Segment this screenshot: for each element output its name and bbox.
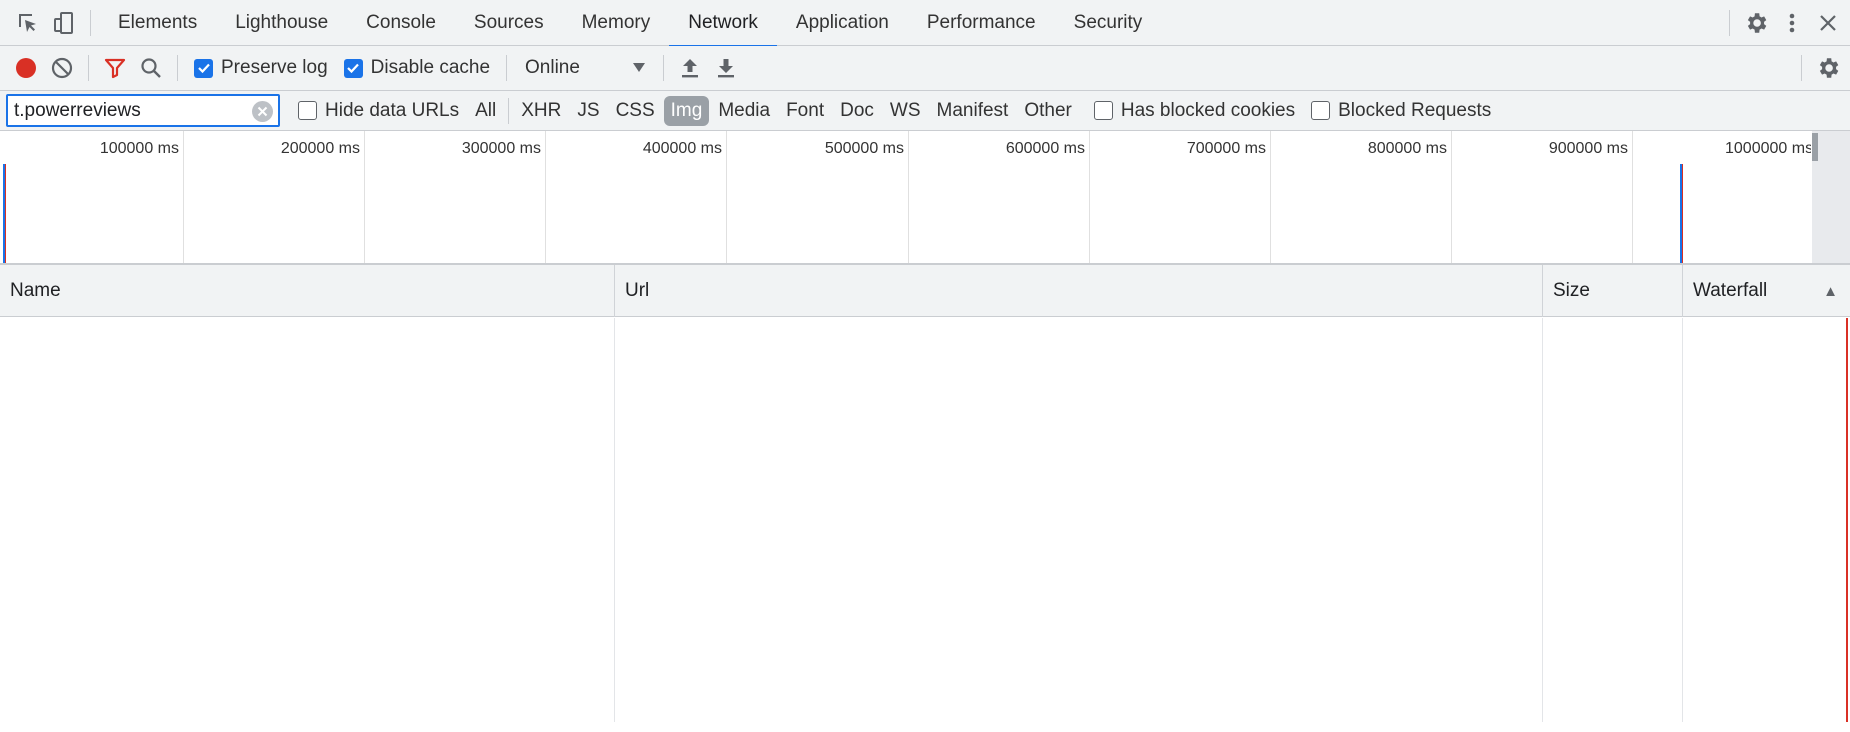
overview-tick-label: 300000 ms xyxy=(461,140,541,157)
column-header-size[interactable]: Size xyxy=(1543,265,1683,317)
import-har-icon[interactable] xyxy=(672,50,708,86)
sort-ascending-icon: ▲ xyxy=(1823,282,1838,300)
tab-lighthouse[interactable]: Lighthouse xyxy=(216,0,347,46)
disable-cache-checkbox[interactable]: Disable cache xyxy=(343,57,490,79)
overview-tick-label: 900000 ms xyxy=(1548,140,1628,157)
has-blocked-cookies-checkbox[interactable]: Has blocked cookies xyxy=(1093,100,1295,122)
filter-type-xhr[interactable]: XHR xyxy=(514,96,568,126)
checkbox-unchecked-icon[interactable] xyxy=(298,101,317,120)
clear-icon[interactable] xyxy=(44,50,80,86)
tab-elements[interactable]: Elements xyxy=(99,0,216,46)
tab-application[interactable]: Application xyxy=(777,0,908,46)
separator xyxy=(90,9,91,36)
filter-type-css[interactable]: CSS xyxy=(609,96,662,126)
checkbox-unchecked-icon[interactable] xyxy=(1093,101,1113,120)
filter-bar: Hide data URLs All XHR JS CSS Img Media … xyxy=(0,91,1850,131)
column-header-name[interactable]: Name xyxy=(0,265,615,317)
column-header-url[interactable]: Url xyxy=(615,265,1543,317)
checkbox-checked-icon[interactable] xyxy=(194,58,213,78)
separator xyxy=(1801,55,1802,81)
filter-type-manifest[interactable]: Manifest xyxy=(930,96,1016,126)
overview-gridline xyxy=(726,131,727,263)
overview-gridline xyxy=(1089,131,1090,263)
filter-type-img[interactable]: Img xyxy=(663,95,710,126)
settings-gear-icon[interactable] xyxy=(1738,5,1774,41)
clear-filter-icon[interactable] xyxy=(252,101,273,122)
overview-gridline xyxy=(1270,131,1271,263)
column-divider xyxy=(1542,318,1543,722)
blocked-requests-checkbox[interactable]: Blocked Requests xyxy=(1311,100,1491,122)
overview-tick-label: 600000 ms xyxy=(1005,140,1085,157)
filter-icon[interactable] xyxy=(97,50,133,86)
overview-tick-label: 700000 ms xyxy=(1186,140,1266,157)
requests-table-header: Name Url Size Waterfall ▲ xyxy=(0,265,1850,317)
tab-console[interactable]: Console xyxy=(347,0,455,46)
tab-security[interactable]: Security xyxy=(1055,0,1162,46)
overview-tick-label: 1000000 ms xyxy=(1725,140,1811,157)
preserve-log-checkbox[interactable]: Preserve log xyxy=(194,57,328,79)
filter-type-other[interactable]: Other xyxy=(1017,96,1079,126)
filter-type-font[interactable]: Font xyxy=(779,96,831,126)
filter-type-doc[interactable]: Doc xyxy=(833,96,881,126)
separator xyxy=(88,55,89,81)
record-icon[interactable] xyxy=(8,50,44,86)
overview-gridline xyxy=(545,131,546,263)
devtools-tab-bar: Elements Lighthouse Console Sources Memo… xyxy=(0,0,1850,47)
overview-gridline xyxy=(364,131,365,263)
overview-tick-label: 200000 ms xyxy=(280,140,360,157)
tab-sources[interactable]: Sources xyxy=(455,0,563,46)
tab-network[interactable]: Network xyxy=(669,0,777,47)
device-toolbar-icon[interactable] xyxy=(46,5,82,41)
filter-type-js[interactable]: JS xyxy=(570,96,606,126)
network-settings-gear-icon[interactable] xyxy=(1810,50,1846,86)
filter-input-wrapper xyxy=(6,94,280,127)
overview-scrollbar[interactable] xyxy=(1812,131,1850,263)
overview-tick-label: 400000 ms xyxy=(642,140,722,157)
tab-memory[interactable]: Memory xyxy=(563,0,670,46)
overview-current-marker-red xyxy=(1682,164,1683,263)
overview-gridline xyxy=(1632,131,1633,263)
export-har-icon[interactable] xyxy=(708,50,744,86)
checkbox-checked-icon[interactable] xyxy=(343,58,363,78)
overview-scroll-thumb[interactable] xyxy=(1812,133,1818,161)
dropdown-arrow-icon xyxy=(633,63,646,72)
overview-gridline xyxy=(908,131,909,263)
filter-type-all[interactable]: All xyxy=(468,96,503,126)
column-divider xyxy=(1682,318,1683,722)
separator xyxy=(506,55,508,81)
separator xyxy=(177,55,178,81)
filter-type-ws[interactable]: WS xyxy=(883,96,928,126)
network-overview-timeline[interactable]: 100000 ms 200000 ms 300000 ms 400000 ms … xyxy=(0,131,1850,265)
overview-load-marker xyxy=(5,164,6,263)
overview-tick-label: 500000 ms xyxy=(824,140,904,157)
overview-tick-label: 100000 ms xyxy=(99,140,179,157)
separator xyxy=(663,55,665,81)
column-divider xyxy=(614,318,615,722)
filter-type-media[interactable]: Media xyxy=(711,96,777,126)
separator xyxy=(1729,9,1730,36)
waterfall-load-line xyxy=(1846,318,1848,722)
overview-gridline xyxy=(183,131,184,263)
close-icon[interactable] xyxy=(1810,5,1846,41)
overview-tick-label: 800000 ms xyxy=(1367,140,1447,157)
tab-performance[interactable]: Performance xyxy=(908,0,1055,46)
checkbox-unchecked-icon[interactable] xyxy=(1311,101,1331,120)
requests-table-body[interactable] xyxy=(0,318,1850,722)
more-options-icon[interactable] xyxy=(1774,5,1810,41)
filter-input[interactable] xyxy=(14,96,250,125)
search-icon[interactable] xyxy=(133,50,169,86)
inspect-element-icon[interactable] xyxy=(10,5,46,41)
separator xyxy=(508,97,510,124)
throttling-select[interactable]: Online xyxy=(519,57,651,79)
hide-data-urls-checkbox[interactable]: Hide data URLs xyxy=(298,100,459,122)
column-header-waterfall[interactable]: Waterfall ▲ xyxy=(1683,265,1850,317)
network-toolbar: Preserve log Disable cache Online xyxy=(0,46,1850,91)
overview-gridline xyxy=(1451,131,1452,263)
